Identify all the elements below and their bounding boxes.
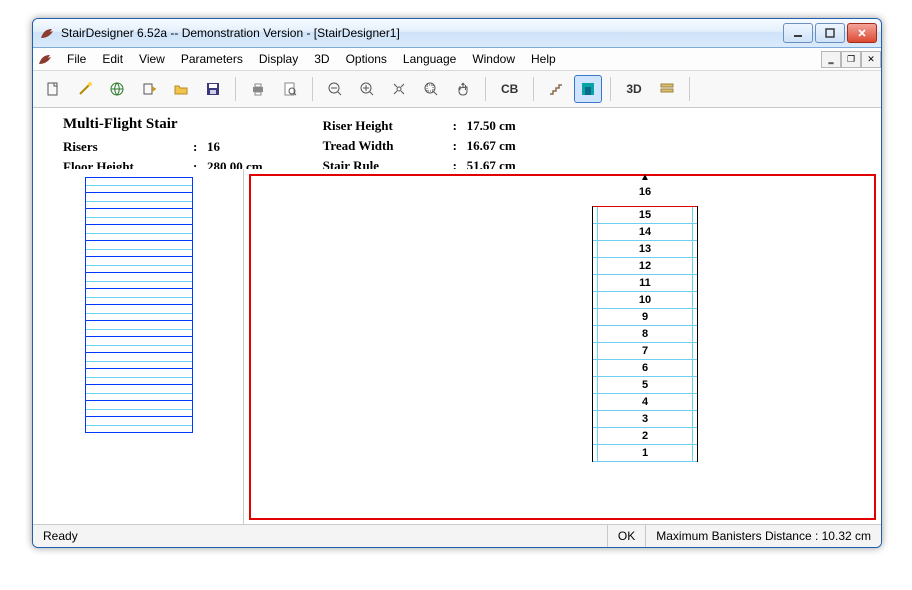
mdi-restore-button[interactable]: ❐ [841,51,861,68]
status-banisters: Maximum Banisters Distance : 10.32 cm [645,525,881,547]
menu-3d[interactable]: 3D [306,50,337,68]
menu-view[interactable]: View [131,50,173,68]
stair-step[interactable]: 1 [593,444,697,462]
cb-button[interactable]: CB [494,75,525,103]
thumbnail-step [85,225,193,241]
app-icon [39,25,55,41]
elevation-view-button[interactable] [574,75,602,103]
thumbnail-stair [85,177,193,433]
stair-step[interactable]: 6 [593,359,697,376]
main-view[interactable]: ▲ 16 151413121110987654321 [244,169,881,525]
minimize-button[interactable] [783,23,813,43]
direction-arrow-icon: ▲ [640,172,650,183]
stair-step[interactable]: 4 [593,393,697,410]
stair-step[interactable]: 14 [593,223,697,240]
thumbnail-step [85,289,193,305]
menu-file[interactable]: File [59,50,94,68]
thumbnail-step [85,321,193,337]
stair-step[interactable]: 10 [593,291,697,308]
stair-tool-button[interactable] [542,75,570,103]
stair-step[interactable]: 3 [593,410,697,427]
thumbnail-step [85,401,193,417]
print-button[interactable] [244,75,272,103]
thumbnail-step [85,353,193,369]
stair-step[interactable]: 8 [593,325,697,342]
thumbnail-step [85,257,193,273]
info-row-risers: Risers : 16 [63,137,263,157]
info-row-tread-width: Tread Width : 16.67 cm [323,136,516,156]
stair-step[interactable]: 12 [593,257,697,274]
thumbnail-step [85,273,193,289]
zoom-in-button[interactable] [353,75,381,103]
selection-frame [249,174,876,520]
stair-step[interactable]: 9 [593,308,697,325]
menu-options[interactable]: Options [338,50,395,68]
new-button[interactable] [39,75,67,103]
stair-step[interactable]: 13 [593,240,697,257]
globe-button[interactable] [103,75,131,103]
window-title: StairDesigner 6.52a -- Demonstration Ver… [61,26,783,40]
toolbar: CB 3D [33,71,881,108]
stair-step[interactable]: 15 [593,206,697,223]
thumbnail-pane[interactable] [33,169,244,525]
thumbnail-step [85,337,193,353]
menu-display[interactable]: Display [251,50,306,68]
thumbnail-step [85,209,193,225]
print-preview-button[interactable] [276,75,304,103]
pan-button[interactable] [449,75,477,103]
thumbnail-step [85,193,193,209]
maximize-button[interactable] [815,23,845,43]
menu-edit[interactable]: Edit [94,50,131,68]
title-bar: StairDesigner 6.52a -- Demonstration Ver… [33,19,881,48]
info-title: Multi-Flight Stair [63,116,263,133]
zoom-fit-button[interactable] [385,75,413,103]
menu-window[interactable]: Window [464,50,523,68]
3d-button[interactable]: 3D [619,75,648,103]
open-button[interactable] [167,75,195,103]
menu-parameters[interactable]: Parameters [173,50,251,68]
top-riser-number: 16 [592,186,698,198]
stair-step[interactable]: 7 [593,342,697,359]
info-row-riser-height: Riser Height : 17.50 cm [323,116,516,136]
stair-step[interactable]: 5 [593,376,697,393]
menu-bar: File Edit View Parameters Display 3D Opt… [33,48,881,71]
menu-language[interactable]: Language [395,50,464,68]
thumbnail-step [85,417,193,433]
thumbnail-step [85,241,193,257]
stair-step[interactable]: 11 [593,274,697,291]
save-button[interactable] [199,75,227,103]
wizard-button[interactable] [71,75,99,103]
app-window: StairDesigner 6.52a -- Demonstration Ver… [32,18,882,548]
thumbnail-step [85,369,193,385]
mdi-close-button[interactable]: ✕ [861,51,881,68]
stair-step[interactable]: 2 [593,427,697,444]
status-ready: Ready [33,525,607,547]
thumbnail-step [85,385,193,401]
thumbnail-step [85,305,193,321]
work-area: ▲ 16 151413121110987654321 [33,169,881,525]
status-bar: Ready OK Maximum Banisters Distance : 10… [33,524,881,547]
zoom-out-button[interactable] [321,75,349,103]
zoom-window-button[interactable] [417,75,445,103]
menu-help[interactable]: Help [523,50,564,68]
properties-button[interactable] [653,75,681,103]
close-button[interactable] [847,23,877,43]
mdi-minimize-button[interactable]: ‗ [821,51,841,68]
stair-plan: ▲ 16 151413121110987654321 [592,206,698,462]
doc-icon [37,51,53,67]
status-ok: OK [607,525,645,547]
export-button[interactable] [135,75,163,103]
thumbnail-step [85,177,193,193]
